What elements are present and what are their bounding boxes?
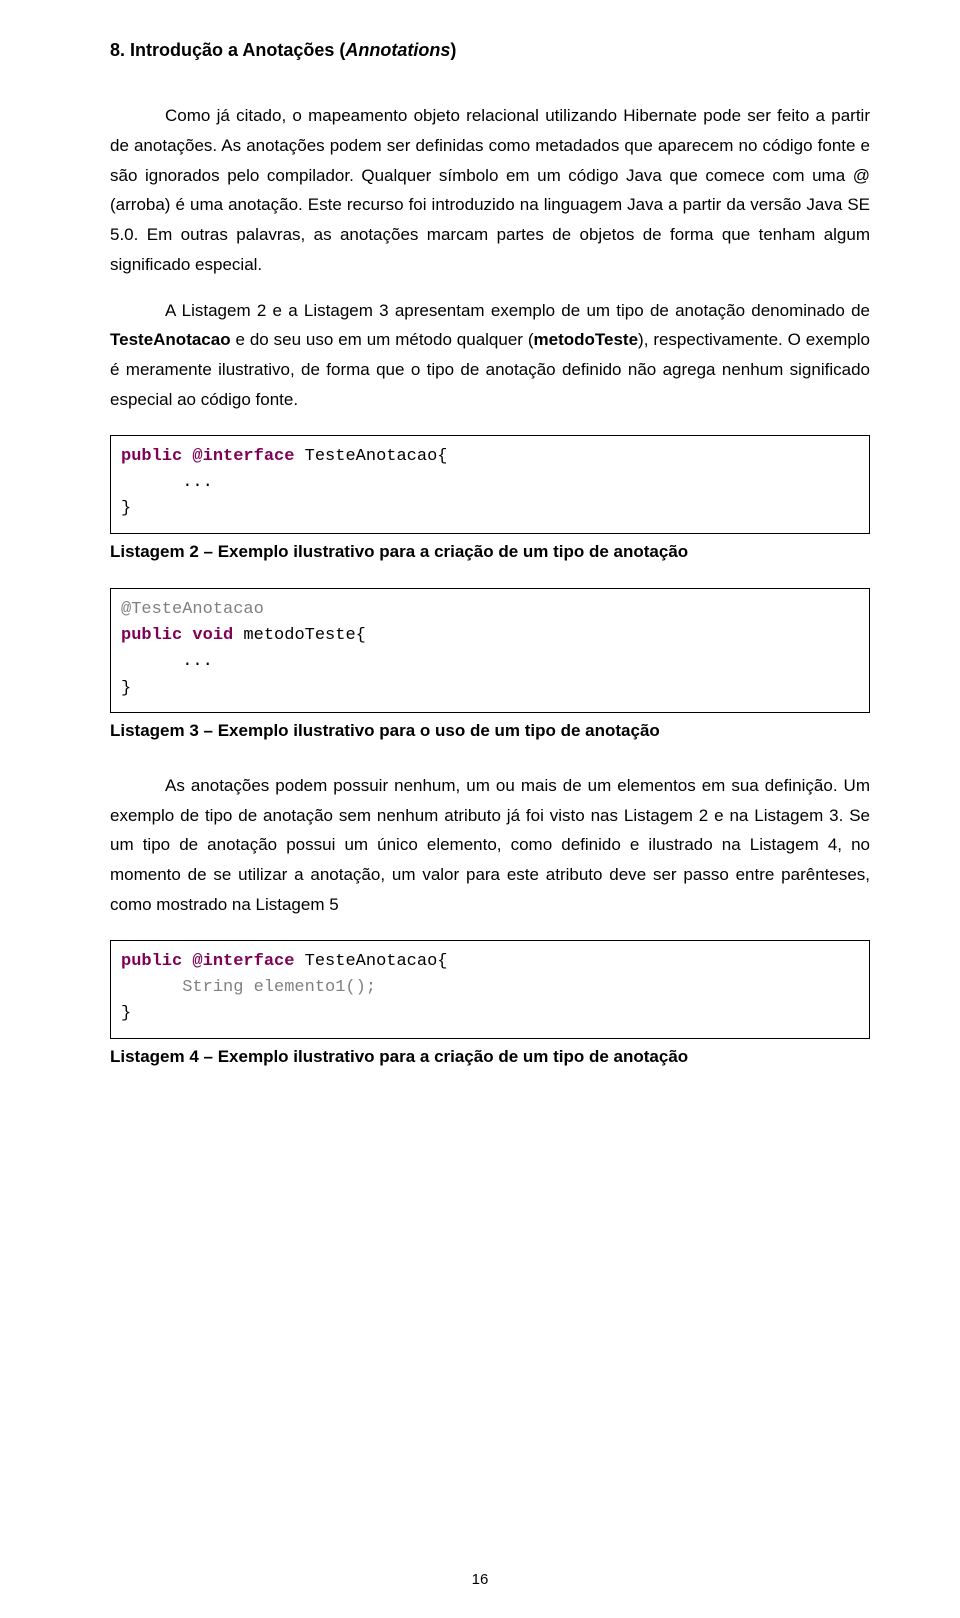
caption-listing-4: Listagem 4 – Exemplo ilustrativo para a …	[110, 1047, 870, 1067]
section-heading: 8. Introdução a Anotações (Annotations)	[110, 40, 870, 61]
document-page: 8. Introdução a Anotações (Annotations) …	[0, 0, 960, 1618]
code3-kw2: @interface	[192, 952, 294, 971]
code2-ann: @TesteAnotacao	[121, 600, 264, 619]
code1-kw2: @interface	[192, 447, 294, 466]
code1-line2: ...	[121, 473, 213, 492]
code2-name: metodoTeste{	[233, 626, 366, 645]
page-number: 16	[0, 1571, 960, 1588]
code1-kw1: public	[121, 447, 182, 466]
paragraph-3: As anotações podem possuir nenhum, um ou…	[110, 771, 870, 920]
paragraph-2-b: e do seu uso em um método qualquer (	[231, 330, 534, 349]
paragraph-1-text: Como já citado, o mapeamento objeto rela…	[110, 106, 870, 274]
code1-line3: }	[121, 499, 131, 518]
section-title-italic: Annotations	[345, 40, 450, 60]
code-listing-4: public @interface TesteAnotacao{ String …	[110, 940, 870, 1039]
code3-kw1: public	[121, 952, 182, 971]
caption-listing-3: Listagem 3 – Exemplo ilustrativo para o …	[110, 721, 870, 741]
code-listing-2: public @interface TesteAnotacao{ ... }	[110, 435, 870, 534]
paragraph-2: A Listagem 2 e a Listagem 3 apresentam e…	[110, 296, 870, 415]
caption-listing-2: Listagem 2 – Exemplo ilustrativo para a …	[110, 542, 870, 562]
code3-elem: String elemento1();	[121, 978, 376, 997]
code2-kw1: public	[121, 626, 182, 645]
section-title-close: )	[450, 40, 456, 60]
section-title-text: Introdução a Anotações (	[130, 40, 345, 60]
section-number: 8.	[110, 40, 125, 60]
paragraph-3-text: As anotações podem possuir nenhum, um ou…	[110, 776, 870, 914]
paragraph-2-a: A Listagem 2 e a Listagem 3 apresentam e…	[165, 301, 870, 320]
paragraph-1: Como já citado, o mapeamento objeto rela…	[110, 101, 870, 280]
code1-name: TesteAnotacao{	[294, 447, 447, 466]
code3-close: }	[121, 1004, 131, 1023]
paragraph-2-bold1: TesteAnotacao	[110, 330, 231, 349]
code2-line4: }	[121, 679, 131, 698]
code2-line3: ...	[121, 652, 213, 671]
code-listing-3: @TesteAnotacao public void metodoTeste{ …	[110, 588, 870, 713]
code3-name: TesteAnotacao{	[294, 952, 447, 971]
paragraph-2-bold2: metodoTeste	[534, 330, 639, 349]
code2-kw2: void	[192, 626, 233, 645]
